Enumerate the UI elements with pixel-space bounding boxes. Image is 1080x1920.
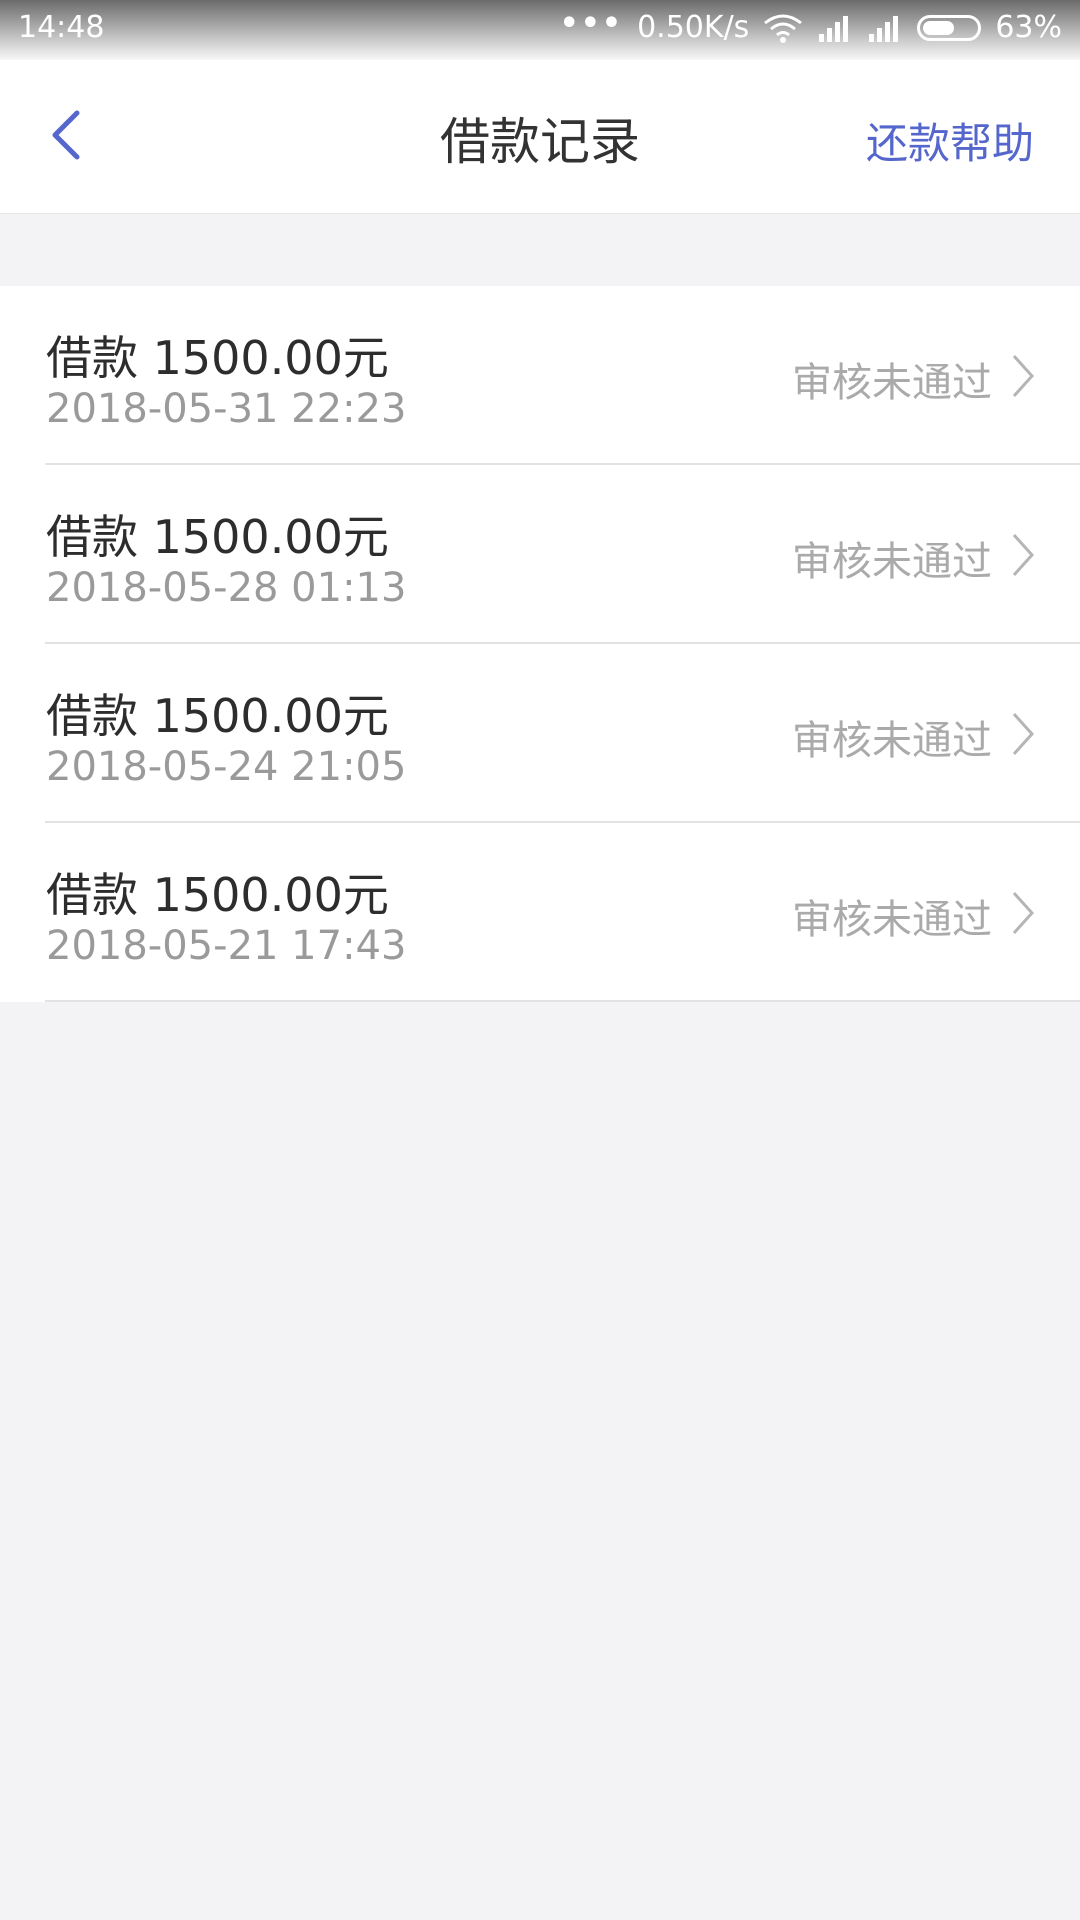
chevron-right-icon	[1012, 712, 1035, 756]
loan-date: 2018-05-24 21:05	[46, 744, 407, 790]
wifi-icon	[763, 13, 803, 43]
loan-amount: 借款 1500.00元	[46, 689, 389, 743]
list-item[interactable]: 借款 1500.00元 2018-05-24 21:05 审核未通过	[0, 644, 1080, 823]
loan-amount: 借款 1500.00元	[46, 331, 389, 385]
network-speed: 0.50K/s	[637, 10, 750, 45]
repayment-help-link[interactable]: 还款帮助	[866, 110, 1034, 171]
status-text: 审核未通过	[792, 360, 992, 406]
header: 借款记录 还款帮助	[0, 60, 1080, 214]
status-time: 14:48	[18, 10, 105, 45]
loan-date: 2018-05-21 17:43	[46, 923, 407, 969]
status-text: 审核未通过	[792, 539, 992, 585]
loan-amount: 借款 1500.00元	[46, 510, 389, 564]
status-bar: 14:48 ••• 0.50K/s 63%	[0, 0, 1080, 60]
list-item[interactable]: 借款 1500.00元 2018-05-21 17:43 审核未通过	[0, 823, 1080, 1002]
list-item[interactable]: 借款 1500.00元 2018-05-31 22:23 审核未通过	[0, 286, 1080, 465]
battery-fill	[923, 20, 954, 35]
status-text: 审核未通过	[792, 897, 992, 943]
battery-icon	[917, 14, 982, 41]
loan-date: 2018-05-28 01:13	[46, 565, 407, 611]
chevron-right-icon	[1012, 354, 1035, 398]
battery-percent: 63%	[995, 10, 1062, 45]
loan-record-list: 借款 1500.00元 2018-05-31 22:23 审核未通过 借款 15…	[0, 286, 1080, 1002]
chevron-right-icon	[1012, 533, 1035, 577]
more-notifications-icon: •••	[559, 6, 624, 41]
status-text: 审核未通过	[792, 718, 992, 764]
divider	[45, 1000, 1080, 1002]
loan-date: 2018-05-31 22:23	[46, 386, 407, 432]
signal-icon	[817, 14, 853, 42]
loan-amount: 借款 1500.00元	[46, 868, 389, 922]
chevron-right-icon	[1012, 891, 1035, 935]
list-item[interactable]: 借款 1500.00元 2018-05-28 01:13 审核未通过	[0, 465, 1080, 644]
status-indicators: ••• 0.50K/s 63%	[560, 6, 1062, 45]
signal-icon	[867, 14, 903, 42]
